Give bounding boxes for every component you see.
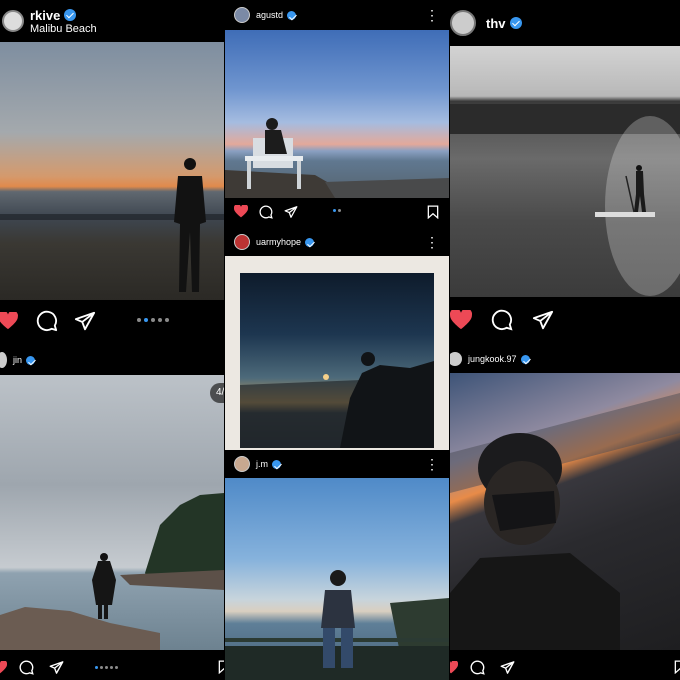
post-header: rkive Malibu Beach — [0, 0, 224, 42]
carousel-dot — [338, 209, 341, 212]
paddleboard-figure — [450, 104, 680, 296]
carousel-dot — [115, 666, 118, 669]
avatar[interactable] — [234, 456, 250, 472]
rocky-shore — [0, 493, 224, 650]
username[interactable]: jungkook.97 — [468, 354, 517, 364]
share-icon[interactable] — [284, 205, 298, 219]
verified-icon — [64, 9, 77, 21]
share-icon[interactable] — [49, 660, 64, 675]
post-thv: thv — [450, 0, 680, 345]
post-header: agustd ⋮ — [225, 0, 449, 30]
post-actions — [225, 198, 449, 226]
carousel-dot — [137, 318, 141, 322]
heart-icon[interactable] — [450, 661, 458, 674]
carousel-dot — [151, 318, 155, 322]
selfie-figure — [450, 393, 680, 650]
comment-icon[interactable] — [36, 310, 58, 332]
avatar[interactable] — [2, 10, 24, 32]
polaroid-image — [240, 273, 434, 448]
carousel-dot-active — [144, 318, 148, 322]
post-actions — [450, 297, 680, 345]
carousel-dot — [165, 318, 169, 322]
carousel-dot — [100, 666, 103, 669]
comment-icon[interactable] — [470, 660, 485, 675]
bookmark-icon[interactable] — [674, 660, 680, 674]
post-photo[interactable] — [225, 256, 449, 450]
post-jin: jin 4/ — [0, 345, 224, 680]
heart-icon[interactable] — [0, 661, 7, 674]
username[interactable]: jin — [13, 355, 22, 365]
avatar[interactable] — [450, 352, 462, 366]
chair-figure — [225, 118, 449, 198]
post-header: thv — [450, 0, 680, 46]
share-icon[interactable] — [500, 660, 515, 675]
carousel-dot — [105, 666, 108, 669]
verified-icon — [287, 10, 297, 20]
carousel-counter: 4/ — [210, 383, 224, 403]
railing-figure — [225, 570, 449, 680]
comment-icon[interactable] — [259, 205, 273, 219]
post-actions — [450, 650, 680, 680]
verified-icon — [272, 459, 281, 469]
more-icon[interactable]: ⋮ — [425, 8, 439, 22]
post-jungkook: jungkook.97 — [450, 345, 680, 680]
username[interactable]: j.m — [256, 459, 268, 469]
post-rkive: rkive Malibu Beach — [0, 0, 224, 345]
username[interactable]: thv — [486, 16, 506, 31]
post-actions — [0, 300, 224, 345]
username[interactable]: uarmyhope — [256, 237, 301, 247]
verified-icon — [509, 17, 522, 29]
verified-icon — [26, 355, 36, 365]
heart-icon[interactable] — [234, 205, 248, 218]
comment-icon[interactable] — [19, 660, 34, 675]
post-uarmyhope: uarmyhope ⋮ — [225, 228, 449, 450]
post-header: jin — [0, 345, 224, 375]
avatar[interactable] — [234, 234, 250, 250]
avatar[interactable] — [450, 10, 476, 36]
avatar[interactable] — [234, 7, 250, 23]
post-photo[interactable] — [450, 373, 680, 650]
post-header: j.m ⋮ — [225, 450, 449, 478]
carousel-dot — [158, 318, 162, 322]
counter-text: 4/ — [216, 387, 224, 398]
username[interactable]: agustd — [256, 10, 283, 20]
share-icon[interactable] — [74, 310, 96, 332]
post-photo[interactable] — [0, 42, 224, 300]
more-icon[interactable]: ⋮ — [425, 235, 439, 249]
carousel-dot — [110, 666, 113, 669]
more-icon[interactable]: ⋮ — [425, 457, 439, 471]
post-photo[interactable] — [225, 30, 449, 198]
carousel-indicator — [95, 666, 118, 669]
verified-icon — [520, 354, 530, 364]
heart-icon[interactable] — [450, 310, 472, 330]
location[interactable]: Malibu Beach — [30, 23, 97, 35]
post-photo[interactable] — [225, 478, 449, 680]
share-icon[interactable] — [532, 309, 554, 331]
carousel-dot-active — [333, 209, 336, 212]
silhouette-figure — [0, 158, 224, 292]
verified-icon — [305, 237, 315, 247]
post-jm: j.m ⋮ — [225, 450, 449, 680]
bookmark-icon[interactable] — [427, 205, 439, 219]
post-photo[interactable]: 4/ — [0, 375, 224, 650]
carousel-indicator — [137, 318, 169, 322]
heart-icon[interactable] — [0, 312, 18, 330]
post-agustd: agustd ⋮ — [225, 0, 449, 226]
post-header: uarmyhope ⋮ — [225, 228, 449, 256]
avatar[interactable] — [0, 352, 7, 368]
post-actions — [0, 650, 224, 680]
username[interactable]: rkive — [30, 8, 60, 23]
post-photo[interactable] — [450, 46, 680, 297]
comment-icon[interactable] — [491, 309, 513, 331]
carousel-indicator — [333, 209, 341, 212]
bookmark-icon[interactable] — [218, 660, 224, 674]
carousel-dot-active — [95, 666, 98, 669]
post-header: jungkook.97 — [450, 345, 680, 373]
